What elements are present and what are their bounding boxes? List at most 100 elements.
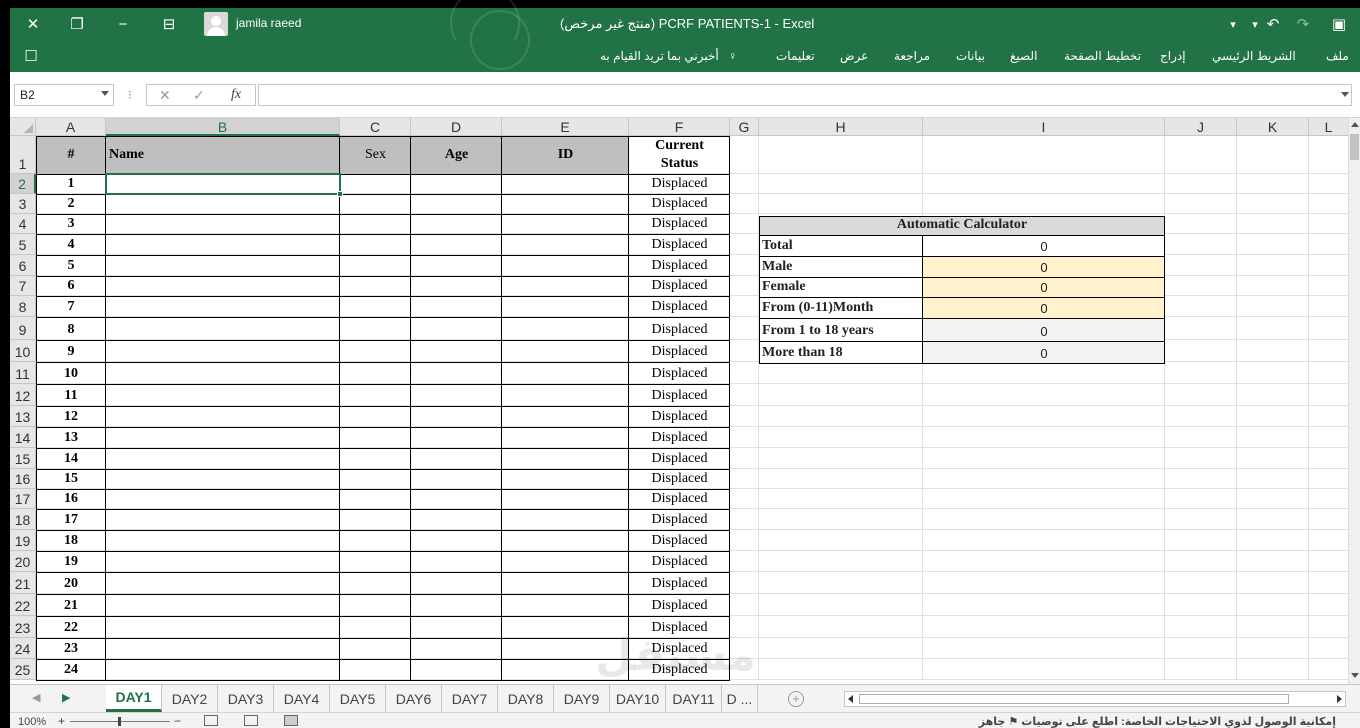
- zoom-out-button[interactable]: +: [58, 714, 65, 728]
- table-cell[interactable]: [411, 174, 502, 194]
- row-header-5[interactable]: 5: [10, 234, 36, 255]
- table-cell[interactable]: [411, 214, 502, 234]
- active-cell[interactable]: [105, 173, 341, 195]
- sheet-tab-d[interactable]: D ...: [722, 685, 758, 712]
- table-row-number[interactable]: 19: [36, 551, 106, 572]
- table-cell[interactable]: [502, 448, 629, 469]
- status-cell[interactable]: Displaced: [629, 362, 730, 384]
- comments-icon[interactable]: ☐: [16, 40, 46, 72]
- status-cell[interactable]: Displaced: [629, 317, 730, 340]
- worksheet-grid[interactable]: A B C D E F G H I J K L 1 2 3 4 5 6 7 8 9 10 11 12 13 14 15 16 17 18 1…: [10, 118, 1348, 684]
- status-cell[interactable]: Displaced: [629, 234, 730, 255]
- table-cell[interactable]: [340, 551, 411, 572]
- table-row-number[interactable]: 16: [36, 489, 106, 509]
- scroll-up-icon[interactable]: [1351, 122, 1359, 127]
- add-sheet-button[interactable]: +: [788, 691, 804, 707]
- table-cell[interactable]: [411, 194, 502, 214]
- table-cell[interactable]: [106, 296, 340, 317]
- sheet-tab-day4[interactable]: DAY4: [274, 685, 330, 712]
- tab-insert[interactable]: إدراج: [1160, 49, 1186, 63]
- row-header-13[interactable]: 13: [10, 406, 36, 427]
- table-cell[interactable]: [411, 406, 502, 427]
- close-icon[interactable]: ✕: [18, 8, 48, 40]
- table-cell[interactable]: [106, 551, 340, 572]
- table-cell[interactable]: [106, 594, 340, 616]
- tab-data[interactable]: بيانات: [956, 49, 985, 63]
- status-cell[interactable]: Displaced: [629, 276, 730, 296]
- header-name[interactable]: Name: [106, 136, 340, 174]
- table-cell[interactable]: [106, 572, 340, 594]
- status-cell[interactable]: Displaced: [629, 489, 730, 509]
- row-header-8[interactable]: 8: [10, 296, 36, 317]
- zoom-slider-thumb[interactable]: [118, 717, 121, 726]
- table-cell[interactable]: [411, 427, 502, 448]
- row-header-10[interactable]: 10: [10, 340, 36, 362]
- table-cell[interactable]: [340, 448, 411, 469]
- column-header-b[interactable]: B: [106, 118, 340, 136]
- table-cell[interactable]: [340, 659, 411, 680]
- table-cell[interactable]: [106, 255, 340, 276]
- scroll-right-icon[interactable]: [1337, 695, 1342, 703]
- table-cell[interactable]: [106, 638, 340, 659]
- table-cell[interactable]: [411, 234, 502, 255]
- page-layout-view-icon[interactable]: [244, 715, 258, 726]
- scroll-left-icon[interactable]: [848, 695, 853, 703]
- table-cell[interactable]: [502, 234, 629, 255]
- table-cell[interactable]: [411, 551, 502, 572]
- status-cell[interactable]: Displaced: [629, 340, 730, 362]
- column-header-f[interactable]: F: [629, 118, 730, 136]
- table-row-number[interactable]: 24: [36, 659, 106, 680]
- table-cell[interactable]: [340, 427, 411, 448]
- table-row-number[interactable]: 12: [36, 406, 106, 427]
- status-cell[interactable]: Displaced: [629, 296, 730, 317]
- column-header-h[interactable]: H: [759, 118, 923, 136]
- formula-input[interactable]: [258, 84, 1352, 106]
- table-cell[interactable]: [106, 659, 340, 680]
- table-cell[interactable]: [106, 194, 340, 214]
- table-cell[interactable]: [340, 594, 411, 616]
- table-cell[interactable]: [411, 638, 502, 659]
- table-cell[interactable]: [502, 427, 629, 448]
- table-cell[interactable]: [411, 572, 502, 594]
- table-cell[interactable]: [340, 616, 411, 638]
- enter-icon[interactable]: ✓: [193, 87, 205, 104]
- table-row-number[interactable]: 17: [36, 509, 106, 530]
- status-cell[interactable]: Displaced: [629, 406, 730, 427]
- table-cell[interactable]: [411, 489, 502, 509]
- table-cell[interactable]: [340, 638, 411, 659]
- sheet-tab-day11[interactable]: DAY11: [666, 685, 722, 712]
- table-row-number[interactable]: 5: [36, 255, 106, 276]
- table-cell[interactable]: [106, 234, 340, 255]
- calculator-value[interactable]: 0: [923, 297, 1165, 318]
- tell-me-search[interactable]: أخبرني بما تريد القيام به ♀: [600, 49, 737, 63]
- row-header-1[interactable]: 1: [10, 136, 36, 174]
- row-header-6[interactable]: 6: [10, 255, 36, 276]
- prev-sheet-icon[interactable]: ◀: [32, 691, 40, 704]
- status-cell[interactable]: Displaced: [629, 594, 730, 616]
- header-age[interactable]: Age: [411, 136, 502, 174]
- vertical-scrollbar[interactable]: [1348, 118, 1360, 684]
- calculator-label[interactable]: From 1 to 18 years: [759, 318, 923, 341]
- row-header-20[interactable]: 20: [10, 551, 36, 572]
- column-header-c[interactable]: C: [340, 118, 411, 136]
- calculator-label[interactable]: More than 18: [759, 341, 923, 363]
- tab-review[interactable]: مراجعة: [894, 49, 930, 63]
- calculator-value[interactable]: 0: [923, 341, 1165, 363]
- calculator-label[interactable]: Male: [759, 256, 923, 277]
- status-cell[interactable]: Displaced: [629, 638, 730, 659]
- table-row-number[interactable]: 15: [36, 469, 106, 489]
- row-header-4[interactable]: 4: [10, 214, 36, 234]
- row-header-14[interactable]: 14: [10, 427, 36, 448]
- table-cell[interactable]: [411, 255, 502, 276]
- row-header-12[interactable]: 12: [10, 384, 36, 406]
- tab-page-layout[interactable]: تخطيط الصفحة: [1064, 49, 1141, 63]
- zoom-in-button[interactable]: −: [174, 714, 181, 728]
- table-cell[interactable]: [340, 255, 411, 276]
- page-break-view-icon[interactable]: [204, 715, 218, 726]
- tab-home[interactable]: الشريط الرئيسي: [1212, 49, 1296, 63]
- table-cell[interactable]: [106, 276, 340, 296]
- table-cell[interactable]: [502, 638, 629, 659]
- table-cell[interactable]: [502, 489, 629, 509]
- status-cell[interactable]: Displaced: [629, 194, 730, 214]
- table-cell[interactable]: [502, 214, 629, 234]
